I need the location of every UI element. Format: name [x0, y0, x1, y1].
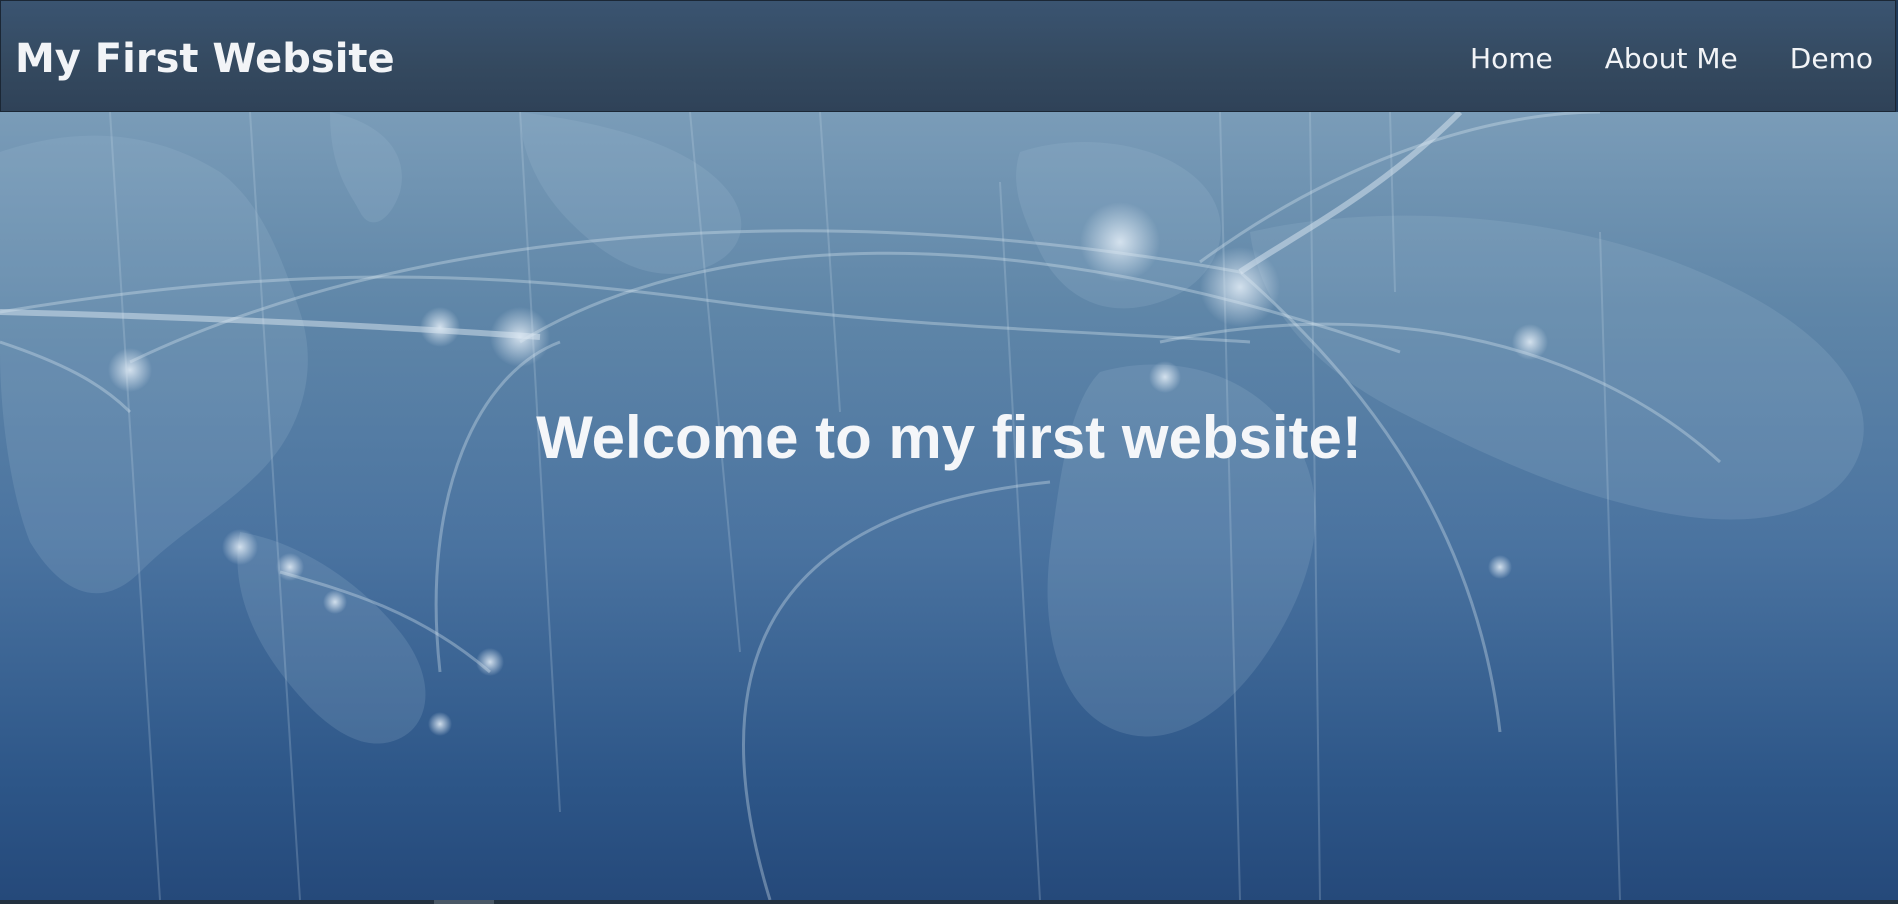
nav-link-home[interactable]: Home	[1470, 41, 1553, 77]
world-network-map-background	[0, 112, 1864, 900]
hero-heading: Welcome to my first website!	[536, 404, 1362, 471]
site-brand-link[interactable]: My First Website	[15, 35, 395, 83]
horizontal-scrollbar[interactable]	[0, 900, 1898, 904]
main-nav: Home About Me Demo	[1470, 41, 1873, 77]
hero-section: Welcome to my first website!	[0, 112, 1898, 900]
nav-link-about-me[interactable]: About Me	[1605, 41, 1738, 77]
nav-link-demo[interactable]: Demo	[1790, 41, 1873, 77]
scrollbar-thumb[interactable]	[434, 900, 494, 904]
top-navbar: My First Website Home About Me Demo	[0, 0, 1896, 112]
